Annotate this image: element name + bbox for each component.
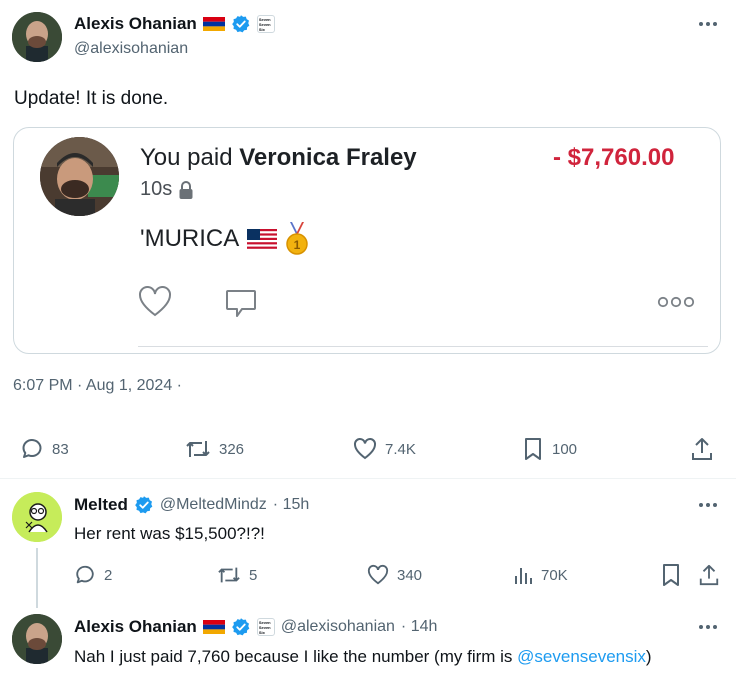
payment-like-icon xyxy=(138,286,172,318)
lock-icon xyxy=(178,180,194,200)
reply-reply-button[interactable]: 2 xyxy=(74,564,112,586)
reply-more-options-icon[interactable] xyxy=(696,617,720,637)
verified-badge-icon[interactable] xyxy=(231,14,251,34)
payment-message-row: 'MURICA 1 xyxy=(140,222,309,256)
author-avatar[interactable] xyxy=(12,12,62,62)
more-options-icon[interactable] xyxy=(696,14,720,34)
payment-prefix: You paid xyxy=(140,144,233,171)
reply-text: Her rent was $15,500?!?! xyxy=(74,524,265,543)
like-button[interactable]: 7.4K xyxy=(353,437,416,461)
heart-icon xyxy=(367,564,389,586)
share-icon[interactable] xyxy=(690,436,714,462)
payment-recipient: Veronica Fraley xyxy=(239,144,417,171)
bookmark-count: 100 xyxy=(552,440,578,458)
payment-time: 10s xyxy=(140,178,173,200)
payment-more-icon xyxy=(657,295,695,309)
armenia-flag-icon xyxy=(202,620,225,634)
reply-like-button[interactable]: 340 xyxy=(367,564,422,586)
payment-avatar xyxy=(40,137,119,216)
verified-badge-icon[interactable] xyxy=(231,617,251,637)
reply-icon xyxy=(74,564,96,586)
reply-icon xyxy=(20,437,44,461)
svg-text:1: 1 xyxy=(294,238,301,252)
reply-retweet-button[interactable]: 5 xyxy=(217,564,257,586)
reply-author-name[interactable]: Melted xyxy=(74,495,128,515)
tweet-timestamp[interactable]: 6:07 PM · Aug 1, 2024 · xyxy=(13,377,182,395)
payment-title: You paid Veronica Fraley xyxy=(140,144,417,172)
affiliation-badge-icon[interactable]: Seven Seven Six xyxy=(256,15,275,33)
retweet-icon xyxy=(185,437,211,461)
affiliation-badge-icon[interactable]: Seven Seven Six xyxy=(256,618,275,636)
reply-text-end: ) xyxy=(645,647,652,666)
reply-time[interactable]: · 14h xyxy=(401,618,437,636)
reply-author-name[interactable]: Alexis Ohanian xyxy=(74,617,197,637)
section-divider xyxy=(0,478,736,479)
reply-count: 83 xyxy=(52,440,69,458)
reply-more-options-icon[interactable] xyxy=(696,495,720,515)
reply-header: Melted @MeltedMindz · 15h xyxy=(74,495,309,515)
author-handle[interactable]: @alexisohanian xyxy=(74,40,188,58)
like-count: 7.4K xyxy=(385,440,416,458)
reply-header: Alexis Ohanian Seven Seven Six @alexisoh… xyxy=(74,617,437,637)
retweet-count: 326 xyxy=(219,440,245,458)
us-flag-icon xyxy=(247,229,278,249)
card-divider xyxy=(138,346,708,347)
payment-comment-icon xyxy=(224,288,258,320)
verified-badge-icon[interactable] xyxy=(134,495,154,515)
reply-button[interactable]: 83 xyxy=(20,437,69,461)
retweet-icon xyxy=(217,564,241,586)
bookmark-icon xyxy=(522,437,544,461)
reply-bookmark-icon[interactable] xyxy=(660,563,682,587)
retweet-button[interactable]: 326 xyxy=(185,437,244,461)
bookmark-button[interactable]: 100 xyxy=(522,437,577,461)
reply-like-count: 340 xyxy=(397,566,423,584)
reply-author-handle[interactable]: @MeltedMindz xyxy=(160,496,267,514)
reply-views-button[interactable]: 70K xyxy=(513,564,568,586)
reply-author-avatar[interactable] xyxy=(12,614,62,664)
reply-share-icon[interactable] xyxy=(698,563,720,587)
analytics-icon xyxy=(513,564,533,586)
armenia-flag-icon xyxy=(202,17,225,31)
reply-author-avatar[interactable] xyxy=(12,492,62,542)
author-name[interactable]: Alexis Ohanian xyxy=(74,14,197,34)
payment-message: 'MURICA xyxy=(140,225,240,252)
mention-link[interactable]: @sevensevensix xyxy=(517,647,646,666)
reply-author-handle[interactable]: @alexisohanian xyxy=(281,618,395,636)
thread-connector-line xyxy=(36,548,38,608)
tweet-text: Update! It is done. xyxy=(14,88,169,109)
reply-text: Nah I just paid 7,760 because I like the… xyxy=(74,647,652,667)
reply-time[interactable]: · 15h xyxy=(273,496,309,514)
reply-retweet-count: 5 xyxy=(249,566,258,584)
reply-reply-count: 2 xyxy=(104,566,113,584)
reply-text-body: Nah I just paid 7,760 because I like the… xyxy=(74,647,518,666)
first-place-medal-icon: 1 xyxy=(285,222,309,256)
payment-amount: - $7,760.00 xyxy=(553,144,675,171)
reply-views-count: 70K xyxy=(541,566,568,584)
payment-time-row: 10s xyxy=(140,178,194,201)
heart-icon xyxy=(353,437,377,461)
author-name-row: Alexis Ohanian Seven Seven Six xyxy=(74,14,275,34)
